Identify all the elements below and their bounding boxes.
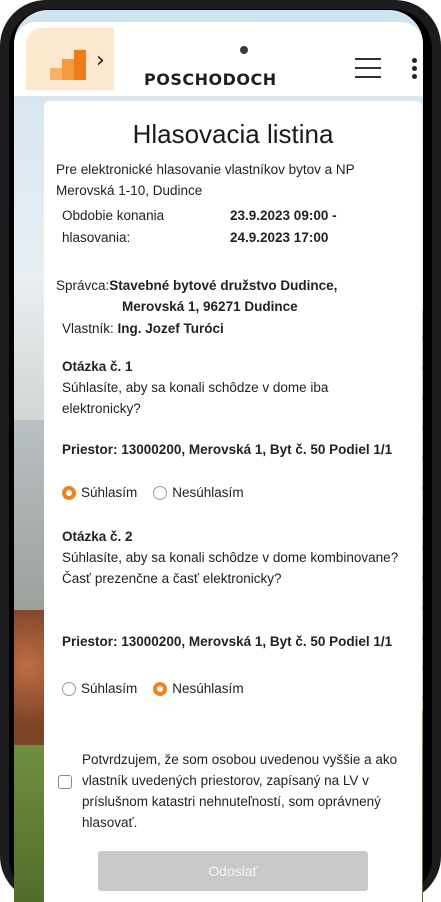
submit-button[interactable]: Odoslať <box>98 851 368 891</box>
period-value: 23.9.2023 09:00 - 24.9.2023 17:00 <box>230 205 410 249</box>
q1-radio-disagree[interactable] <box>153 486 168 500</box>
period-end: 24.9.2023 17:00 <box>230 230 329 245</box>
intro-text: Pre elektronické hlasovanie vlastníkov b… <box>56 162 355 198</box>
q2-radio-disagree[interactable] <box>153 682 168 696</box>
confirmation-row: Potvrdzujem, že som osobou uvedenou vyšš… <box>58 749 414 833</box>
q1-option-agree-label: Súhlasím <box>81 485 138 500</box>
question-2-text: Súhlasíte, aby sa konali schôdze v dome … <box>62 550 399 586</box>
question-1-options: Súhlasím Nesúhlasím <box>62 483 254 503</box>
q1-radio-agree[interactable] <box>62 486 76 500</box>
question-2-options: Súhlasím Nesúhlasím <box>62 679 254 699</box>
q2-option-disagree-label: Nesúhlasím <box>172 681 244 696</box>
question-2-title: Otázka č. 2 <box>62 529 133 544</box>
question-1-title: Otázka č. 1 <box>62 359 133 374</box>
front-camera <box>240 46 248 54</box>
question-2-space: Priestor: 13000200, Merovská 1, Byt č. 5… <box>62 634 393 649</box>
owner: Vlastník: Ing. Jozef Turóci <box>62 319 224 339</box>
q1-option-disagree[interactable]: Nesúhlasím <box>153 483 244 503</box>
administrator: Správca:Stavebné bytové družstvo Dudince… <box>56 275 412 296</box>
q2-option-agree[interactable]: Súhlasím <box>62 679 137 699</box>
app-header: › POSCHODOCH <box>14 22 423 96</box>
admin-label: Správca: <box>56 278 110 293</box>
page-title: Hlasovacia listina <box>132 119 334 149</box>
brand-name: POSCHODOCH <box>144 70 277 89</box>
background-lawn-left <box>14 745 48 902</box>
background-tree <box>14 610 48 750</box>
q2-option-agree-label: Súhlasím <box>81 681 138 696</box>
question-1-text: Súhlasíte, aby sa konali schôdze v dome … <box>62 380 329 416</box>
logo-button[interactable]: › <box>26 28 114 90</box>
owner-value: Ing. Jozef Turóci <box>117 321 224 336</box>
confirmation-text: Potvrdzujem, že som osobou uvedenou vyšš… <box>82 752 398 830</box>
period-label: Obdobie konania hlasovania: <box>62 205 202 249</box>
chevron-right-icon: › <box>96 48 105 73</box>
q2-radio-agree[interactable] <box>62 682 76 696</box>
question-1-space: Priestor: 13000200, Merovská 1, Byt č. 5… <box>62 442 393 457</box>
period-start: 23.9.2023 09:00 - <box>230 208 337 223</box>
admin-value: Stavebné bytové družstvo Dudince, <box>109 278 338 293</box>
q1-option-agree[interactable]: Súhlasím <box>62 483 137 503</box>
admin-address: Merovská 1, 96271 Dudince <box>122 299 298 314</box>
hamburger-icon[interactable] <box>355 58 381 78</box>
kebab-icon[interactable] <box>412 58 418 80</box>
q1-option-disagree-label: Nesúhlasím <box>172 485 244 500</box>
period-label-text: Obdobie konania hlasovania: <box>62 208 165 245</box>
building-steps-logo-icon <box>50 50 86 80</box>
owner-label: Vlastník: <box>62 321 114 336</box>
voting-form-card: Hlasovacia listina Pre elektronické hlas… <box>44 101 422 902</box>
q2-option-disagree[interactable]: Nesúhlasím <box>153 679 244 699</box>
confirmation-checkbox[interactable] <box>58 775 72 789</box>
